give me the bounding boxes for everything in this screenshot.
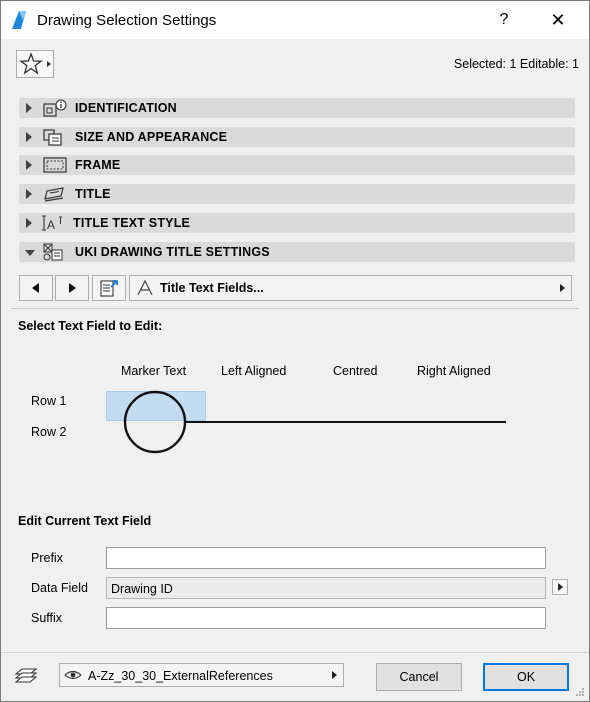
- prefix-label: Prefix: [31, 551, 63, 565]
- panel-title-text-style[interactable]: A TITLE TEXT STYLE: [19, 213, 575, 233]
- dropdown-label: Title Text Fields...: [160, 281, 264, 295]
- svg-text:A: A: [47, 218, 55, 232]
- selection-count: Selected: 1 Editable: 1: [453, 57, 579, 71]
- suffix-input[interactable]: [106, 607, 546, 629]
- chevron-right-icon: [332, 671, 337, 679]
- close-button[interactable]: ✕: [541, 7, 575, 33]
- cancel-button[interactable]: Cancel: [376, 663, 462, 691]
- identification-icon: [43, 99, 67, 117]
- text-fields-dropdown[interactable]: Title Text Fields...: [129, 275, 572, 301]
- frame-icon: [43, 157, 67, 173]
- panel-label: TITLE TEXT STYLE: [73, 216, 191, 230]
- data-field-label: Data Field: [31, 581, 88, 595]
- layer-name: A-Zz_30_30_ExternalReferences: [88, 669, 273, 683]
- arrow-right-icon: [69, 283, 76, 293]
- help-button[interactable]: ?: [489, 7, 519, 33]
- expand-arrow-icon: [26, 160, 32, 170]
- size-appearance-icon: [43, 129, 62, 146]
- expand-arrow-icon: [26, 103, 32, 113]
- text-tool-icon: [137, 279, 153, 296]
- arrow-left-icon: [32, 283, 39, 293]
- field-cell-marker-row2[interactable]: [106, 422, 206, 452]
- title-bar: Drawing Selection Settings ? ✕: [1, 1, 589, 39]
- chevron-right-icon: [560, 284, 565, 292]
- select-field-heading: Select Text Field to Edit:: [18, 319, 163, 333]
- suffix-label: Suffix: [31, 611, 63, 625]
- field-cell-left-row1[interactable]: [206, 391, 306, 421]
- panel-label: SIZE AND APPEARANCE: [75, 130, 228, 144]
- row-label-1: Row 1: [31, 394, 67, 408]
- text-style-icon: A: [42, 215, 62, 232]
- layers-icon: [14, 668, 38, 683]
- column-header-centred: Centred: [333, 364, 378, 378]
- archicad-app-icon: [12, 11, 26, 29]
- expand-arrow-icon: [26, 189, 32, 199]
- previous-button[interactable]: [19, 275, 53, 301]
- prefix-input[interactable]: [106, 547, 546, 569]
- eye-icon: [64, 670, 82, 680]
- panel-identification[interactable]: IDENTIFICATION: [19, 98, 575, 118]
- panel-uki-drawing-title-settings[interactable]: UKI DRAWING TITLE SETTINGS: [19, 242, 575, 262]
- next-button[interactable]: [55, 275, 89, 301]
- data-field-select[interactable]: Drawing ID: [106, 577, 546, 599]
- favorites-button[interactable]: [16, 50, 54, 78]
- resize-grip-icon[interactable]: [575, 687, 585, 697]
- title-settings-icon: [43, 243, 63, 261]
- column-header-marker-text: Marker Text: [121, 364, 187, 378]
- panel-title[interactable]: TITLE: [19, 184, 575, 204]
- page-export-icon: [100, 280, 118, 297]
- expand-arrow-icon: [26, 132, 32, 142]
- dialog-window: Drawing Selection Settings ? ✕ Selected:…: [0, 0, 590, 702]
- title-icon: [44, 187, 64, 202]
- expand-arrow-icon: [26, 218, 32, 228]
- field-cell-centred-row1[interactable]: [306, 391, 406, 421]
- panel-size-appearance[interactable]: SIZE AND APPEARANCE: [19, 127, 575, 147]
- page-settings-button[interactable]: [92, 275, 126, 301]
- panel-label: TITLE: [75, 187, 111, 201]
- footer-divider: [1, 652, 589, 653]
- panel-label: UKI DRAWING TITLE SETTINGS: [75, 245, 270, 259]
- edit-field-heading: Edit Current Text Field: [18, 514, 152, 528]
- panel-frame[interactable]: FRAME: [19, 155, 575, 175]
- ok-button[interactable]: OK: [483, 663, 569, 691]
- data-field-arrow-button[interactable]: [552, 579, 568, 595]
- row-label-2: Row 2: [31, 425, 67, 439]
- panel-label: IDENTIFICATION: [75, 101, 177, 115]
- field-cell-right-row2[interactable]: [406, 422, 506, 452]
- field-cell-centred-row2[interactable]: [306, 422, 406, 452]
- column-header-right-aligned: Right Aligned: [417, 364, 491, 378]
- divider: [11, 308, 579, 309]
- layer-dropdown[interactable]: A-Zz_30_30_ExternalReferences: [59, 663, 344, 687]
- panel-label: FRAME: [75, 158, 121, 172]
- star-icon: [19, 52, 51, 75]
- column-header-left-aligned: Left Aligned: [221, 364, 287, 378]
- field-cell-left-row2[interactable]: [206, 422, 306, 452]
- collapse-arrow-icon: [25, 250, 35, 256]
- field-cell-right-row1[interactable]: [406, 391, 506, 421]
- field-cell-marker-row1-selected[interactable]: [106, 391, 206, 421]
- data-field-value: Drawing ID: [111, 582, 173, 596]
- window-title: Drawing Selection Settings: [37, 12, 217, 29]
